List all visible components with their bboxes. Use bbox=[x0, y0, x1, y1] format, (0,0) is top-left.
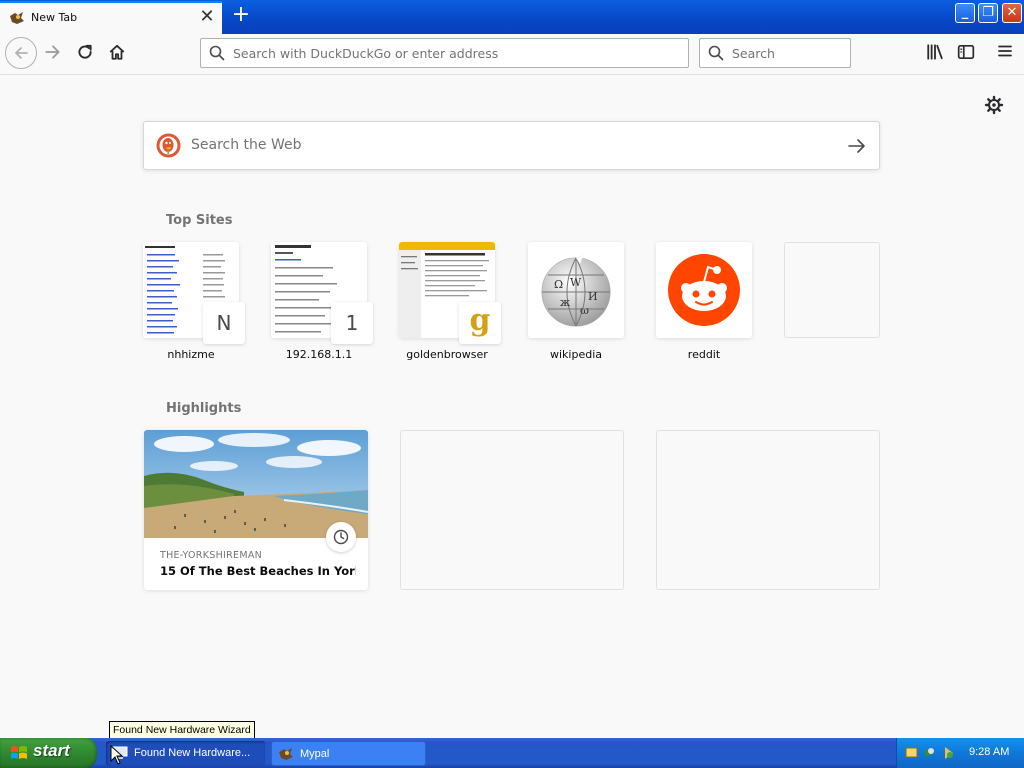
forward-icon bbox=[45, 45, 60, 59]
gear-icon bbox=[984, 95, 1004, 115]
search-bar-placeholder: Search bbox=[732, 46, 775, 61]
site-icon-area bbox=[656, 242, 752, 338]
highlight-empty-slot bbox=[400, 430, 624, 590]
back-icon bbox=[15, 47, 28, 59]
maximize-window-button[interactable]: ❐ bbox=[978, 3, 998, 23]
taskbar-item-found-new-hardware[interactable]: Found New Hardware... bbox=[106, 741, 265, 766]
svg-text:ω: ω bbox=[580, 304, 589, 317]
settings-gear-button[interactable] bbox=[983, 94, 1005, 116]
new-tab-button[interactable]: + bbox=[228, 4, 254, 28]
top-site-goldenbrowser[interactable]: g goldenbrowser bbox=[399, 242, 501, 361]
site-badge: N bbox=[203, 302, 245, 344]
minimize-window-button[interactable]: _ bbox=[955, 3, 975, 23]
task-label: Found New Hardware... bbox=[134, 747, 251, 759]
web-search-box[interactable]: Search the Web bbox=[143, 121, 880, 170]
sidebar-icon bbox=[957, 44, 975, 60]
sidebar-button[interactable] bbox=[951, 39, 981, 69]
tab-new-tab[interactable]: New Tab ✕ bbox=[0, 1, 222, 34]
windows-taskbar: start Found New Hardware... Mypal 9:28 A… bbox=[0, 738, 1024, 768]
menu-icon bbox=[998, 45, 1012, 57]
reload-icon bbox=[78, 44, 92, 59]
url-bar-placeholder: Search with DuckDuckGo or enter address bbox=[233, 46, 499, 61]
search-bar[interactable]: Search bbox=[699, 38, 851, 68]
new-tab-page: Search the Web Top Sites N nhhizme 1 192… bbox=[0, 75, 1024, 738]
system-tray: 9:28 AM bbox=[896, 738, 1024, 768]
top-site-nhhizme[interactable]: N nhhizme bbox=[143, 242, 245, 361]
highlight-card[interactable]: THE-YORKSHIREMAN 15 Of The Best Beaches … bbox=[144, 430, 368, 590]
mypal-icon bbox=[279, 748, 293, 760]
top-sites-heading: Top Sites bbox=[166, 213, 233, 228]
top-site-wikipedia[interactable]: ΩWИ жω wikipedia bbox=[528, 242, 624, 361]
reload-button[interactable] bbox=[70, 39, 100, 69]
plus-icon: + bbox=[231, 2, 251, 27]
library-button[interactable] bbox=[920, 39, 950, 69]
reddit-icon bbox=[656, 242, 752, 338]
search-icon bbox=[708, 45, 724, 61]
close-tab-icon[interactable]: ✕ bbox=[198, 7, 216, 27]
close-window-button[interactable]: ✕ bbox=[1002, 3, 1022, 23]
menu-button[interactable] bbox=[990, 39, 1020, 69]
highlight-photo bbox=[144, 430, 368, 538]
history-clock-badge bbox=[326, 522, 356, 552]
site-badge: 1 bbox=[331, 302, 373, 344]
title-bar: New Tab ✕ + _ ❐ ✕ bbox=[0, 0, 1024, 34]
nav-toolbar: Search with DuckDuckGo or enter address … bbox=[0, 34, 1024, 75]
wikipedia-icon: Ω WИ жω bbox=[528, 242, 624, 338]
svg-text:Ω: Ω bbox=[554, 278, 563, 291]
task-label: Mypal bbox=[300, 748, 330, 760]
svg-text:W: W bbox=[570, 276, 582, 289]
taskbar-item-mypal[interactable]: Mypal bbox=[271, 741, 426, 766]
mypal-icon bbox=[10, 12, 24, 24]
home-icon bbox=[109, 44, 125, 60]
back-button[interactable] bbox=[5, 37, 37, 69]
site-label: reddit bbox=[687, 348, 721, 361]
home-button[interactable] bbox=[102, 39, 132, 69]
highlights-heading: Highlights bbox=[166, 401, 242, 416]
tray-icons[interactable] bbox=[905, 745, 961, 761]
top-site-reddit[interactable]: reddit bbox=[656, 242, 752, 361]
windows-flag-icon bbox=[11, 746, 27, 759]
top-site-router[interactable]: 1 192.168.1.1 bbox=[271, 242, 373, 361]
start-label: start bbox=[33, 741, 70, 760]
highlight-empty-slot bbox=[656, 430, 880, 590]
duckduckgo-icon bbox=[156, 133, 181, 158]
library-icon bbox=[927, 44, 943, 60]
search-icon bbox=[209, 45, 225, 61]
mouse-cursor-icon bbox=[110, 745, 124, 765]
svg-text:И: И bbox=[588, 290, 598, 303]
arrow-right-icon[interactable] bbox=[846, 135, 868, 157]
tab-title: New Tab bbox=[31, 11, 78, 24]
url-bar[interactable]: Search with DuckDuckGo or enter address bbox=[200, 38, 689, 68]
svg-text:ж: ж bbox=[560, 296, 570, 309]
highlight-title: 15 Of The Best Beaches In York… bbox=[160, 564, 356, 578]
forward-button[interactable] bbox=[38, 39, 68, 69]
site-icon-area: ΩWИ жω bbox=[528, 242, 624, 338]
start-button[interactable]: start bbox=[0, 738, 97, 768]
web-search-placeholder: Search the Web bbox=[191, 137, 302, 153]
goldenbrowser-badge: g bbox=[459, 302, 501, 344]
top-site-empty-slot[interactable] bbox=[784, 242, 880, 338]
tray-clock[interactable]: 9:28 AM bbox=[969, 746, 1009, 758]
clock-icon bbox=[333, 529, 349, 545]
highlight-source: THE-YORKSHIREMAN bbox=[160, 550, 263, 561]
